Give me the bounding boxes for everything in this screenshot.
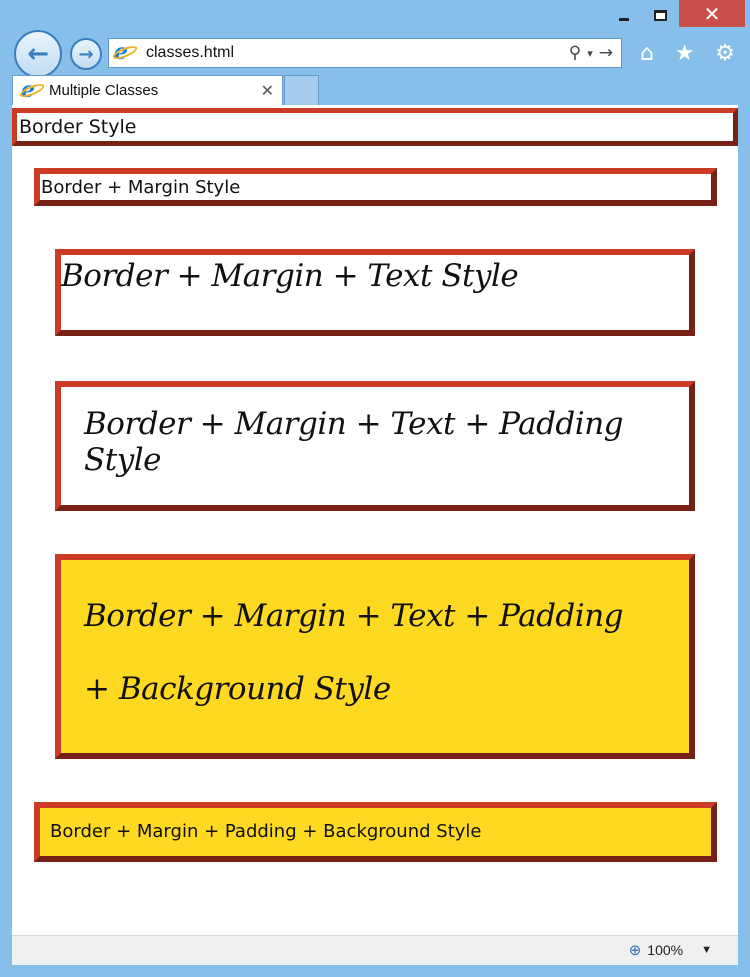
box-text: Border + Margin Style <box>41 177 241 198</box>
tab-label: Multiple Classes <box>49 82 159 99</box>
favorites-star-icon[interactable]: ★ <box>675 41 695 66</box>
border-margin-padding-background-box: Border + Margin + Padding + Background S… <box>34 802 717 862</box>
ie-page-icon: e <box>111 39 139 65</box>
zoom-dropdown-icon[interactable]: ▼ <box>701 944 712 956</box>
zoom-control[interactable]: ⊕ 100% ▼ <box>629 941 712 959</box>
browser-window: ✕ ← → e classes.html ⚲ ▾ → ⌂ ★ ⚙ e Multi… <box>0 0 750 977</box>
go-icon[interactable]: → <box>599 43 613 63</box>
page-viewport: Border Style Border + Margin Style Borde… <box>12 105 738 935</box>
box-text: Border + Margin + Text Style <box>61 258 519 294</box>
ie-tab-icon: e <box>18 77 46 103</box>
box-text: Border Style <box>19 116 137 138</box>
address-text[interactable]: classes.html <box>146 44 569 62</box>
border-margin-text-padding-box: Border + Margin + Text + Padding Style <box>55 381 695 511</box>
address-bar[interactable]: e classes.html ⚲ ▾ → <box>108 38 622 68</box>
box-text: Border + Margin + Text + Padding + Backg… <box>84 598 624 707</box>
zoom-magnifier-icon: ⊕ <box>628 942 642 959</box>
home-icon[interactable]: ⌂ <box>640 41 654 66</box>
box-text: Border + Margin + Text + Padding Style <box>84 406 624 478</box>
border-margin-text-box: Border + Margin + Text Style <box>55 249 695 336</box>
minimize-icon <box>619 17 629 21</box>
back-arrow-icon: ← <box>27 39 49 69</box>
zoom-level: 100% <box>647 942 684 958</box>
new-tab-button[interactable] <box>284 75 319 105</box>
border-margin-box: Border + Margin Style <box>34 168 717 206</box>
maximize-button[interactable] <box>642 0 678 30</box>
minimize-button[interactable] <box>606 0 642 30</box>
search-icon[interactable]: ⚲ <box>569 43 581 63</box>
status-bar: ⊕ 100% ▼ <box>12 935 738 965</box>
maximize-icon <box>653 9 667 21</box>
address-dropdown-icon[interactable]: ▾ <box>587 47 593 60</box>
forward-button[interactable]: → <box>70 38 102 70</box>
border-style-box: Border Style <box>12 108 738 146</box>
back-button[interactable]: ← <box>14 30 62 78</box>
close-icon: ✕ <box>703 1 721 26</box>
border-margin-text-padding-background-box: Border + Margin + Text + Padding + Backg… <box>55 554 695 759</box>
tab-multiple-classes[interactable]: e Multiple Classes ✕ <box>12 75 283 105</box>
box-text: Border + Margin + Padding + Background S… <box>50 821 482 842</box>
close-button[interactable]: ✕ <box>679 0 745 27</box>
forward-arrow-icon: → <box>78 43 94 65</box>
tab-close-icon[interactable]: ✕ <box>261 81 274 100</box>
tools-gear-icon[interactable]: ⚙ <box>715 41 735 66</box>
